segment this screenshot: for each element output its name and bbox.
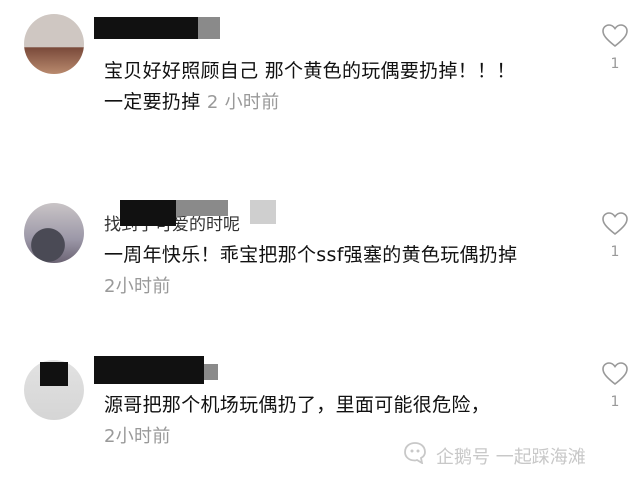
redacted-username	[40, 362, 68, 386]
heart-icon[interactable]	[600, 362, 630, 386]
like-count: 1	[610, 244, 620, 260]
redacted-username	[120, 200, 176, 226]
comment-text: 宝贝好好照顾自己 那个黄色的玩偶要扔掉！！！ 一定要扔掉 2 小时前	[104, 56, 574, 118]
comment-text-line: 源哥把那个机场玩偶扔了，里面可能很危险，	[104, 394, 491, 416]
redacted-username	[198, 17, 220, 39]
comment-text-line: 一周年快乐！乖宝把那个ssf强塞的黄色玩偶扔掉	[104, 244, 518, 266]
watermark: 企鹅号 一起踩海滩	[402, 442, 586, 469]
comment-time: 2小时前	[104, 276, 171, 297]
redacted-username	[94, 356, 204, 384]
avatar[interactable]	[24, 14, 84, 74]
comment-text-line: 宝贝好好照顾自己 那个黄色的玩偶要扔掉！！！	[104, 60, 516, 82]
like-button[interactable]: 1	[600, 362, 630, 410]
like-count: 1	[610, 56, 620, 72]
heart-icon[interactable]	[600, 212, 630, 236]
redacted-username	[94, 17, 198, 39]
redacted-username	[176, 200, 228, 216]
comment-time: 2小时前	[104, 426, 171, 447]
like-button[interactable]: 1	[600, 212, 630, 260]
comment-text: 一周年快乐！乖宝把那个ssf强塞的黄色玩偶扔掉 2小时前	[104, 240, 574, 302]
redacted-username	[250, 200, 276, 224]
heart-icon[interactable]	[600, 24, 630, 48]
redacted-username	[204, 364, 218, 380]
watermark-text: 企鹅号 一起踩海滩	[436, 446, 586, 468]
like-count: 1	[610, 394, 620, 410]
penguin-logo-icon	[402, 442, 428, 469]
avatar[interactable]	[24, 203, 84, 263]
like-button[interactable]: 1	[600, 24, 630, 72]
comment-time: 2 小时前	[206, 92, 280, 113]
comment-text-line: 一定要扔掉	[104, 91, 201, 113]
